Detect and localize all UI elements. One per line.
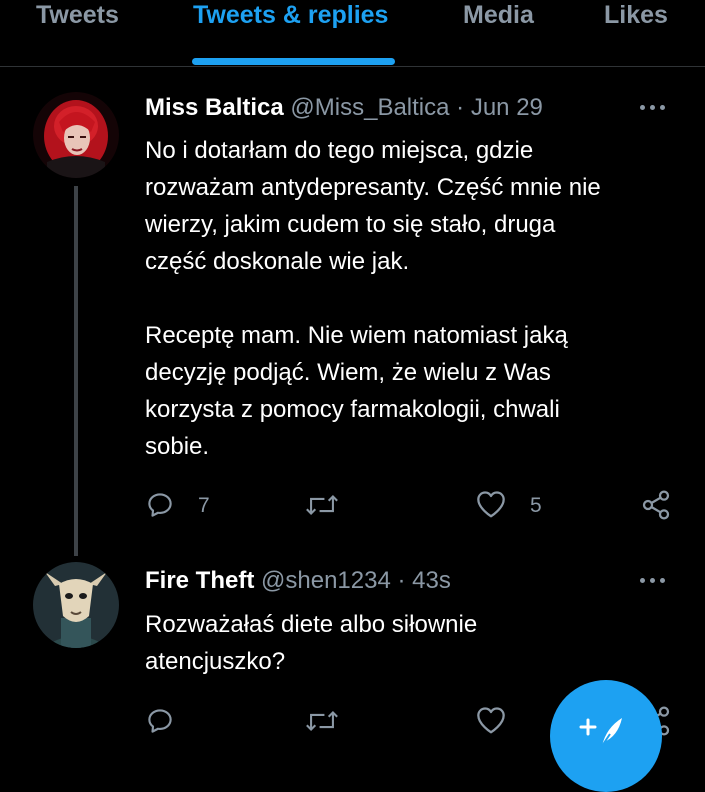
like-button[interactable] <box>475 705 507 740</box>
tweet-header: Miss Baltica @Miss_Baltica · Jun 29 <box>145 94 543 122</box>
handle[interactable]: @Miss_Baltica <box>290 94 449 121</box>
thread-line <box>74 186 78 556</box>
tweet-line: No i dotarłam do tego miejsca, gdzie <box>145 137 534 164</box>
tab-media[interactable]: Media <box>463 0 534 34</box>
like-button[interactable] <box>475 489 507 524</box>
display-name[interactable]: Miss Baltica <box>145 94 284 121</box>
tweet-line: korzysta z pomocy farmakologii, chwali <box>145 396 560 423</box>
tweet-line: atencjuszko? <box>145 648 286 675</box>
tweet-text: No i dotarłam do tego miejsca, gdzie roz… <box>145 132 685 465</box>
tab-tweets-and-replies[interactable]: Tweets & replies <box>193 0 388 34</box>
reply-button[interactable] <box>145 490 175 525</box>
timestamp[interactable]: Jun 29 <box>471 94 543 121</box>
tab-likes[interactable]: Likes <box>604 0 668 34</box>
handle[interactable]: @shen1234 <box>261 567 391 594</box>
compose-quill-icon <box>579 718 622 747</box>
heart-icon <box>477 707 505 734</box>
tweet-line: sobie. <box>145 433 210 460</box>
tab-tweets[interactable]: Tweets <box>36 0 119 34</box>
share-icon <box>642 490 670 520</box>
reply-button[interactable] <box>145 706 175 741</box>
avatar[interactable] <box>33 92 119 178</box>
tweet-line: część doskonale wie jak. <box>145 248 410 275</box>
share-button[interactable] <box>640 489 672 526</box>
compose-tweet-button[interactable] <box>550 680 662 792</box>
display-name[interactable]: Fire Theft <box>145 567 254 594</box>
tweet-header: Fire Theft @shen1234 · 43s <box>145 567 451 595</box>
reply-icon <box>148 709 172 733</box>
separator: · <box>397 567 406 594</box>
reply-icon <box>148 493 172 517</box>
tweet-line: Rozważałaś diete albo siłownie <box>145 611 478 638</box>
more-icon[interactable] <box>640 575 670 585</box>
tweet-line: Receptę mam. Nie wiem natomiast jaką <box>145 322 568 349</box>
heart-icon <box>477 491 505 518</box>
profile-tabs: Tweets Tweets & replies Media Likes <box>0 0 705 67</box>
tweet-line: rozważam antydepresanty. Część mnie nie <box>145 174 601 201</box>
avatar[interactable] <box>33 562 119 648</box>
active-tab-indicator <box>192 58 395 65</box>
separator: · <box>456 94 465 121</box>
more-icon[interactable] <box>640 102 670 112</box>
tweet-line: wierzy, jakim cudem to się stało, druga <box>145 211 556 238</box>
timestamp[interactable]: 43s <box>412 567 451 594</box>
retweet-icon <box>306 711 338 731</box>
reply-count: 7 <box>198 494 210 517</box>
retweet-icon <box>306 495 338 515</box>
retweet-button[interactable] <box>305 490 339 525</box>
tweet-line: decyzję podjąć. Wiem, że wielu z Was <box>145 359 551 386</box>
tweet-text: Rozważałaś diete albo siłownie atencjusz… <box>145 606 645 680</box>
retweet-button[interactable] <box>305 706 339 741</box>
like-count: 5 <box>530 494 542 517</box>
